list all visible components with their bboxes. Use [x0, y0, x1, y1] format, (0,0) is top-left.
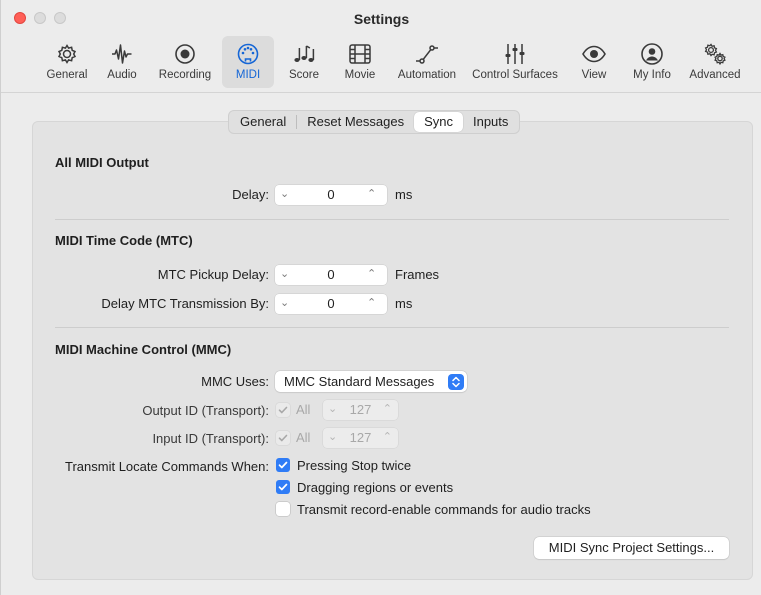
person-icon: [627, 39, 677, 69]
output-all-checkbox[interactable]: [276, 403, 290, 417]
settings-window: Settings General Audio Recording MIDI Sc…: [0, 0, 761, 595]
delay-value[interactable]: 0: [299, 187, 363, 202]
record-icon: [154, 39, 216, 69]
mtc-pickup-delay-unit: Frames: [395, 267, 440, 282]
section-divider: [55, 327, 729, 328]
toolbar-label: Recording: [158, 69, 212, 81]
toolbar-item-movie[interactable]: Movie: [337, 36, 383, 88]
music-notes-icon: [282, 39, 326, 69]
chevron-up-icon[interactable]: ⌃: [367, 296, 381, 312]
toolbar-label: Score: [288, 69, 320, 81]
title-bar: Settings: [1, 0, 761, 38]
settings-toolbar: General Audio Recording MIDI Score Movie…: [1, 36, 761, 90]
output-id-stepper: ⌄ 127 ⌃: [323, 400, 398, 420]
dragging-regions-checkbox[interactable]: [276, 480, 290, 494]
eye-icon: [574, 39, 614, 69]
toolbar-label: View: [581, 69, 607, 81]
up-down-arrows-icon: [448, 374, 464, 390]
mtc-pickup-delay-value[interactable]: 0: [299, 267, 363, 282]
toolbar-label: General: [46, 69, 88, 81]
input-id-label: Input ID (Transport):: [152, 431, 269, 446]
pressing-stop-twice-checkbox[interactable]: [276, 458, 290, 472]
mtc-pickup-delay-stepper[interactable]: ⌄ 0 ⌃: [275, 265, 387, 285]
input-all-checkbox[interactable]: [276, 431, 290, 445]
tab-general[interactable]: General: [230, 112, 296, 132]
output-id-label: Output ID (Transport):: [142, 403, 269, 418]
automation-curve-icon: [393, 39, 461, 69]
toolbar-item-control-surfaces[interactable]: Control Surfaces: [466, 36, 564, 88]
toolbar-item-recording[interactable]: Recording: [154, 36, 216, 88]
mtc-heading: MIDI Time Code (MTC): [55, 233, 193, 248]
mtc-transmission-delay-value[interactable]: 0: [299, 296, 363, 311]
tab-inputs[interactable]: Inputs: [463, 112, 518, 132]
toolbar-item-advanced[interactable]: Advanced: [685, 36, 745, 88]
chevron-down-icon[interactable]: ⌄: [280, 267, 294, 283]
mmc-uses-label: MMC Uses:: [201, 374, 269, 389]
mmc-uses-popup[interactable]: MMC Standard Messages: [275, 371, 467, 392]
delay-stepper[interactable]: ⌄ 0 ⌃: [275, 185, 387, 205]
chevron-up-icon: ⌃: [382, 431, 392, 443]
input-all-label: All: [296, 430, 311, 445]
tab-bar: General Reset Messages Sync Inputs: [228, 110, 521, 134]
mmc-heading: MIDI Machine Control (MMC): [55, 342, 232, 357]
toolbar-item-midi[interactable]: MIDI: [222, 36, 274, 88]
toolbar-label: Advanced: [689, 69, 741, 81]
tab-reset-messages[interactable]: Reset Messages: [297, 112, 414, 132]
toolbar-label: Automation: [397, 69, 457, 81]
toolbar-label: MIDI: [235, 69, 261, 81]
toolbar-item-general[interactable]: General: [41, 36, 93, 88]
chevron-up-icon[interactable]: ⌃: [367, 187, 381, 203]
gear-icon: [41, 39, 93, 69]
delay-label: Delay:: [232, 187, 269, 202]
output-all-label: All: [296, 402, 311, 417]
chevron-down-icon[interactable]: ⌄: [280, 187, 294, 203]
toolbar-item-audio[interactable]: Audio: [100, 36, 144, 88]
toolbar-item-score[interactable]: Score: [282, 36, 326, 88]
transmit-locate-label: Transmit Locate Commands When:: [65, 459, 269, 474]
chevron-up-icon: ⌃: [382, 403, 392, 415]
transmit-record-enable-label[interactable]: Transmit record-enable commands for audi…: [297, 502, 591, 517]
mtc-transmission-delay-stepper[interactable]: ⌄ 0 ⌃: [275, 294, 387, 314]
mtc-pickup-delay-label: MTC Pickup Delay:: [157, 267, 269, 282]
film-icon: [337, 39, 383, 69]
chevron-up-icon[interactable]: ⌃: [367, 267, 381, 283]
toolbar-divider: [1, 92, 761, 93]
delay-unit: ms: [395, 187, 413, 202]
toolbar-item-automation[interactable]: Automation: [393, 36, 461, 88]
midi-port-icon: [222, 39, 274, 69]
mmc-uses-value: MMC Standard Messages: [284, 374, 435, 389]
waveform-icon: [100, 39, 144, 69]
section-divider: [55, 219, 729, 220]
chevron-down-icon: ⌄: [328, 403, 338, 415]
toolbar-label: Movie: [344, 69, 376, 81]
dragging-regions-label[interactable]: Dragging regions or events: [297, 480, 453, 495]
all-midi-output-heading: All MIDI Output: [55, 155, 149, 170]
input-id-stepper: ⌄ 127 ⌃: [323, 428, 398, 448]
pressing-stop-twice-label[interactable]: Pressing Stop twice: [297, 458, 411, 473]
mtc-transmission-delay-label: Delay MTC Transmission By:: [101, 296, 269, 311]
midi-sync-project-settings-button[interactable]: MIDI Sync Project Settings...: [534, 537, 729, 559]
chevron-down-icon[interactable]: ⌄: [280, 296, 294, 312]
toolbar-item-view[interactable]: View: [574, 36, 614, 88]
tab-sync[interactable]: Sync: [414, 112, 463, 132]
window-title: Settings: [353, 11, 410, 27]
input-id-value: 127: [349, 430, 372, 445]
output-id-value: 127: [349, 402, 372, 417]
toolbar-label: Control Surfaces: [472, 69, 558, 81]
transmit-record-enable-checkbox[interactable]: [276, 502, 290, 516]
gears-icon: [685, 39, 745, 69]
toolbar-label: Audio: [107, 69, 137, 81]
toolbar-item-my-info[interactable]: My Info: [627, 36, 677, 88]
toolbar-label: My Info: [633, 69, 671, 81]
chevron-down-icon: ⌄: [328, 431, 338, 443]
sliders-icon: [466, 39, 564, 69]
mtc-transmission-delay-unit: ms: [395, 296, 413, 311]
